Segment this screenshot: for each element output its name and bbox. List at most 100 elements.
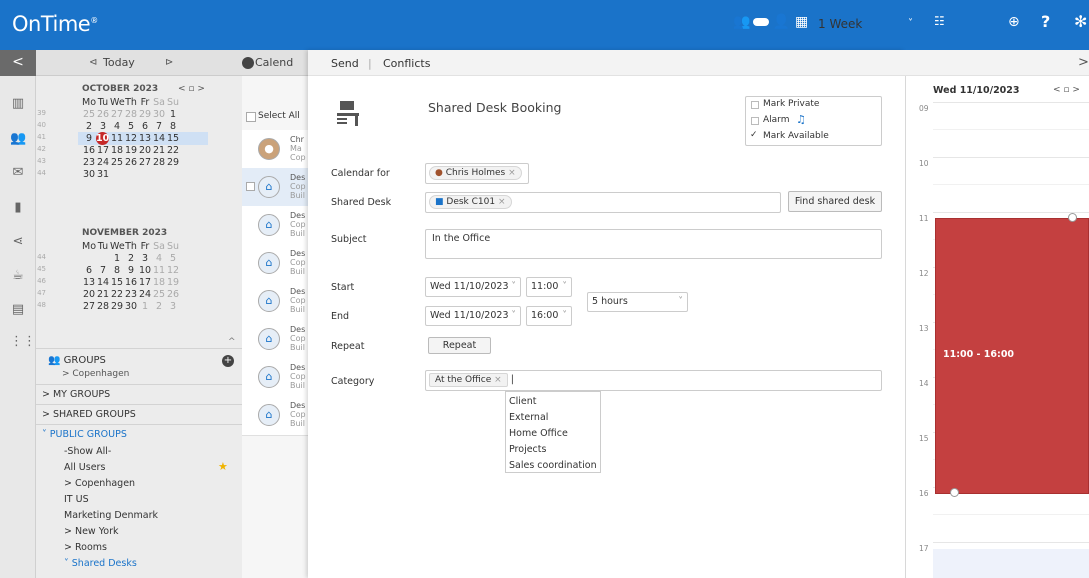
oct-day[interactable]: 5 [124, 121, 138, 132]
nov-day[interactable]: 1 [110, 253, 124, 264]
oct-day[interactable]: 30 [152, 109, 166, 120]
oct-day[interactable]: 16 [82, 145, 96, 156]
repeat-button[interactable]: Repeat [428, 337, 491, 354]
group-item[interactable]: > Copenhagen [64, 478, 135, 489]
collapse-button[interactable]: < [0, 50, 36, 76]
oct-day[interactable]: 7 [152, 121, 166, 132]
nov-day[interactable]: 28 [96, 301, 110, 312]
oct-day[interactable]: 25 [82, 109, 96, 120]
nov-day[interactable]: 30 [124, 301, 138, 312]
oct-day[interactable]: 4 [110, 121, 124, 132]
mail-icon[interactable]: ✉ [10, 165, 26, 181]
month-nav[interactable]: < ▫ > [178, 84, 205, 94]
remove-icon[interactable]: × [498, 197, 506, 207]
oct-day[interactable]: 14 [152, 133, 166, 144]
oct-day[interactable]: 28 [152, 157, 166, 168]
help-icon[interactable]: ? [1041, 12, 1050, 31]
nov-day[interactable]: 3 [166, 301, 180, 312]
shared-desk-field[interactable]: ■ Desk C101 × [425, 192, 781, 213]
group-item[interactable]: ˅ Shared Desks [64, 558, 137, 569]
oct-day[interactable]: 26 [96, 109, 110, 120]
group-item[interactable]: Marketing Denmark [64, 510, 158, 521]
nov-day[interactable]: 15 [110, 277, 124, 288]
oct-day[interactable]: 30 [82, 169, 96, 180]
group-item[interactable]: > New York [64, 526, 118, 537]
public-groups[interactable]: ˅ PUBLIC GROUPS [42, 429, 127, 440]
calendar-button[interactable]: Calend [255, 56, 293, 69]
share-icon[interactable]: ⋖ [10, 234, 26, 250]
person-checkbox[interactable] [246, 182, 255, 191]
oct-day[interactable]: 19 [124, 145, 138, 156]
nov-day[interactable]: 4 [152, 253, 166, 264]
end-time-field[interactable]: 16:00 ˅ [526, 306, 572, 326]
category-field[interactable]: At the Office × | [425, 370, 882, 391]
oct-day[interactable]: 20 [138, 145, 152, 156]
private-checkbox[interactable] [751, 101, 759, 109]
alarm-checkbox[interactable] [751, 117, 759, 125]
oct-day[interactable]: 12 [124, 133, 138, 144]
star-icon[interactable]: ★ [218, 460, 228, 473]
oct-day[interactable]: 23 [82, 157, 96, 168]
person-card[interactable]: ⌂ Des Cop Buil [242, 244, 308, 284]
view-selector[interactable]: 1 Week [818, 17, 862, 31]
chevron-down-icon[interactable]: ˅ [908, 18, 913, 29]
gear-icon[interactable]: ✻ [1074, 12, 1087, 31]
nov-day[interactable]: 12 [166, 265, 180, 276]
nov-day[interactable]: 5 [166, 253, 180, 264]
nov-day[interactable]: 7 [96, 265, 110, 276]
oct-day[interactable]: 13 [138, 133, 152, 144]
nov-day[interactable]: 18 [152, 277, 166, 288]
person-card[interactable]: ⌂ Des Cop Buil [242, 282, 308, 322]
nov-day[interactable]: 22 [110, 289, 124, 300]
day-nav[interactable]: < ▫ > [1053, 85, 1080, 95]
resize-handle-top[interactable] [1068, 213, 1077, 222]
oct-day[interactable]: 18 [110, 145, 124, 156]
group-item[interactable]: All Users [64, 462, 105, 473]
start-time-field[interactable]: 11:00 ˅ [526, 277, 572, 297]
oct-day[interactable]: 11 [110, 133, 124, 144]
prev-icon[interactable]: ⊲ [89, 57, 97, 68]
nov-day[interactable]: 8 [110, 265, 124, 276]
oct-day[interactable]: 27 [138, 157, 152, 168]
resize-handle-bottom[interactable] [950, 488, 959, 497]
nov-day[interactable]: 23 [124, 289, 138, 300]
oct-day[interactable]: 27 [110, 109, 124, 120]
oct-day[interactable]: 9 [82, 133, 96, 144]
category-option[interactable]: Client [509, 394, 597, 410]
nov-day[interactable]: 29 [110, 301, 124, 312]
group-item[interactable]: -Show All- [64, 446, 111, 457]
oct-day[interactable]: 29 [138, 109, 152, 120]
oct-day[interactable]: 31 [96, 169, 110, 180]
find-shared-desk-button[interactable]: Find shared desk [788, 191, 882, 212]
calendar-icon[interactable]: ▥ [10, 96, 26, 112]
oct-day[interactable]: 25 [110, 157, 124, 168]
category-option[interactable]: Projects [509, 442, 597, 458]
bell-icon[interactable]: ♫ [796, 113, 806, 126]
group-item[interactable]: > Rooms [64, 542, 107, 553]
oct-day[interactable]: 24 [96, 157, 110, 168]
end-date-field[interactable]: Wed 11/10/2023 ˅ [425, 306, 521, 326]
today-marker[interactable]: 10 [96, 132, 109, 145]
start-date-field[interactable]: Wed 11/10/2023 ˅ [425, 277, 521, 297]
next-icon[interactable]: ⊳ [165, 57, 173, 68]
oct-day[interactable]: 2 [82, 121, 96, 132]
person-card[interactable]: ⌂ Des Cop Buil [242, 358, 308, 398]
nov-day[interactable]: 19 [166, 277, 180, 288]
oct-day[interactable]: 1 [166, 109, 180, 120]
category-option[interactable]: Sales coordination [509, 458, 597, 474]
nov-day[interactable]: 16 [124, 277, 138, 288]
oct-day[interactable]: 28 [124, 109, 138, 120]
select-all-checkbox[interactable] [246, 112, 256, 122]
subject-field[interactable]: In the Office [425, 229, 882, 259]
nov-day[interactable]: 11 [152, 265, 166, 276]
oct-day[interactable]: 26 [124, 157, 138, 168]
duration-select[interactable]: 5 hours ˅ [587, 292, 688, 312]
oct-day[interactable]: 17 [96, 145, 110, 156]
oct-day[interactable]: 8 [166, 121, 180, 132]
person-card[interactable]: ● Chr Ma Cop [242, 130, 308, 170]
building-icon[interactable]: ▤ [10, 302, 26, 318]
nov-day[interactable]: 17 [138, 277, 152, 288]
remove-icon[interactable]: × [494, 375, 502, 385]
oct-day[interactable]: 3 [96, 121, 110, 132]
search-person-icon[interactable]: ⊕ [1008, 14, 1020, 30]
